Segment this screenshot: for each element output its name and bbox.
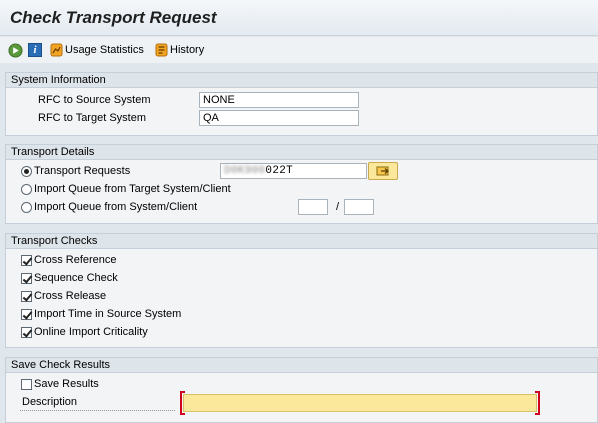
section-header: Transport Details: [6, 145, 597, 160]
toolbar: i Usage Statistics History: [0, 37, 598, 63]
request-number-visible: 022T: [265, 165, 294, 177]
request-number-redacted: D0K900: [224, 165, 266, 177]
check-option-checkbox[interactable]: [21, 255, 32, 266]
usage-statistics-button[interactable]: Usage Statistics: [50, 41, 144, 59]
check-option-checkbox[interactable]: [21, 291, 32, 302]
rfc-target-field[interactable]: QA: [199, 110, 359, 126]
check-option-label: Cross Release: [34, 290, 107, 302]
transport-details-section: Transport Details Transport Requests D0K…: [5, 144, 598, 224]
rfc-source-label: RFC to Source System: [38, 94, 151, 106]
client-field[interactable]: [344, 199, 374, 215]
system-client-separator: /: [336, 201, 340, 213]
history-button[interactable]: History: [155, 41, 204, 59]
save-results-checkbox[interactable]: [21, 379, 32, 390]
multiple-selection-button[interactable]: [368, 162, 398, 180]
save-results-section: Save Check Results Save Results Descript…: [5, 357, 598, 423]
section-header: Transport Checks: [6, 234, 597, 249]
check-option-label: Cross Reference: [34, 254, 117, 266]
check-option-label: Online Import Criticality: [34, 326, 148, 338]
history-label: History: [170, 44, 205, 56]
check-option-label: Import Time in Source System: [34, 308, 182, 320]
multiple-selection-icon: [376, 166, 389, 176]
required-field-marker: [180, 391, 540, 415]
execute-icon: [8, 42, 23, 58]
rfc-target-label: RFC to Target System: [38, 112, 146, 124]
title-bar: Check Transport Request: [0, 0, 598, 36]
import-queue-system-label: Import Queue from System/Client: [34, 201, 198, 213]
system-information-section: System Information RFC to Source System …: [5, 72, 598, 136]
check-option-checkbox[interactable]: [21, 327, 32, 338]
section-header: System Information: [6, 73, 597, 88]
import-queue-target-radio[interactable]: [21, 184, 32, 195]
transport-checks-section: Transport Checks Cross Reference Sequence…: [5, 233, 598, 348]
section-header: Save Check Results: [6, 358, 597, 373]
rfc-source-field[interactable]: NONE: [199, 92, 359, 108]
execute-button[interactable]: [8, 41, 23, 59]
check-option-label: Sequence Check: [34, 272, 118, 284]
transport-requests-label: Transport Requests: [34, 165, 131, 177]
transport-requests-radio[interactable]: [21, 166, 32, 177]
page-title: Check Transport Request: [10, 8, 217, 27]
system-field[interactable]: [298, 199, 328, 215]
transport-request-input[interactable]: D0K900022T: [220, 163, 367, 179]
description-label-row: Description: [20, 395, 175, 411]
import-queue-system-radio[interactable]: [21, 202, 32, 213]
history-icon: [155, 43, 168, 57]
usage-statistics-icon: [50, 43, 63, 57]
description-label: Description: [22, 396, 78, 408]
info-button[interactable]: i: [28, 41, 42, 59]
info-icon: i: [28, 43, 42, 57]
check-option-checkbox[interactable]: [21, 273, 32, 284]
check-option-checkbox[interactable]: [21, 309, 32, 320]
usage-statistics-label: Usage Statistics: [65, 44, 144, 56]
save-results-label: Save Results: [34, 378, 99, 390]
import-queue-target-label: Import Queue from Target System/Client: [34, 183, 231, 195]
